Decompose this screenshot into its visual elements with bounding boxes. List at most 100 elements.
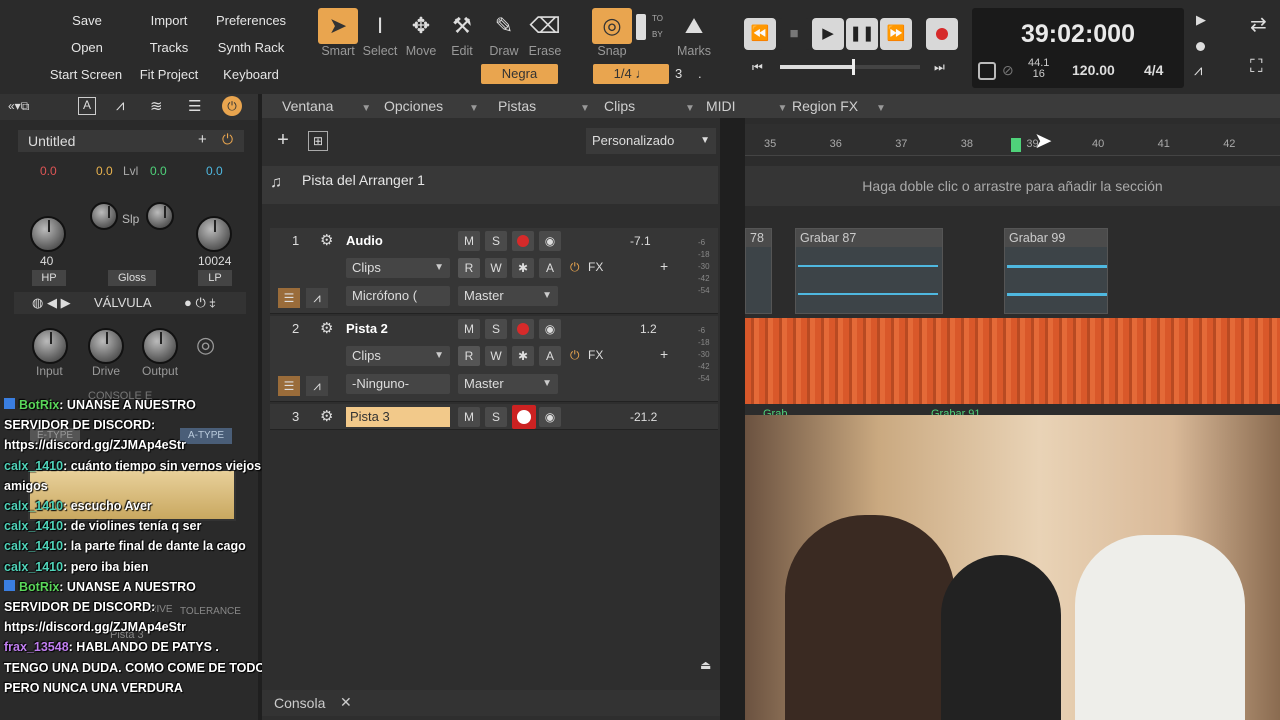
- lp-knob[interactable]: [196, 216, 232, 252]
- lanes-icon[interactable]: ☰: [278, 376, 300, 396]
- input-knob[interactable]: [32, 328, 68, 364]
- fullscreen-icon[interactable]: ⛶: [1250, 56, 1263, 77]
- track-2-waveform[interactable]: [745, 318, 1280, 404]
- track-settings-icon[interactable]: ⚙: [320, 319, 333, 337]
- synth-rack-button[interactable]: Synth Rack: [210, 37, 292, 59]
- record-arm-button[interactable]: [512, 405, 536, 429]
- console-label[interactable]: Consola: [274, 695, 325, 711]
- time-readout[interactable]: 39:02:000: [972, 20, 1184, 49]
- save-button[interactable]: Save: [52, 10, 122, 32]
- stop-button[interactable]: ■: [778, 18, 810, 50]
- preferences-button[interactable]: Preferences: [210, 10, 292, 32]
- write-button[interactable]: W: [485, 346, 507, 366]
- add-fx-icon[interactable]: +: [660, 258, 668, 274]
- monitor-button[interactable]: ◉: [539, 231, 561, 251]
- audio-clip[interactable]: Grabar 87: [795, 228, 943, 314]
- chat-username[interactable]: calx_1410: [4, 519, 63, 533]
- import-button[interactable]: Import: [134, 10, 204, 32]
- add-folder-icon[interactable]: ⊞: [308, 131, 328, 151]
- output-knob[interactable]: [142, 328, 178, 364]
- track-name[interactable]: Audio: [346, 231, 450, 251]
- keyboard-button[interactable]: Keyboard: [210, 64, 292, 86]
- dot-icon[interactable]: [1196, 42, 1205, 51]
- hp-button[interactable]: HP: [32, 270, 66, 286]
- snap-resolution[interactable]: 1/4 ♩: [593, 64, 669, 84]
- fx-label[interactable]: FX: [588, 348, 603, 362]
- menu-opciones[interactable]: Opciones ▼: [384, 94, 479, 118]
- list-icon[interactable]: ☰: [188, 97, 201, 115]
- pause-button[interactable]: ❚❚: [846, 18, 878, 50]
- monitor-button[interactable]: ◉: [539, 319, 561, 339]
- fit-project-button[interactable]: Fit Project: [134, 64, 204, 86]
- track-volume[interactable]: -7.1: [630, 234, 651, 248]
- close-icon[interactable]: ✕: [340, 694, 352, 711]
- clips-mode-select[interactable]: Clips ▼: [346, 258, 450, 278]
- asterisk-button[interactable]: ✱: [512, 258, 534, 278]
- phase-icon[interactable]: ◎: [196, 332, 215, 358]
- mute-button[interactable]: M: [458, 407, 480, 427]
- add-track-icon[interactable]: +: [272, 130, 294, 152]
- track-volume[interactable]: -21.2: [630, 410, 657, 424]
- read-button[interactable]: R: [458, 346, 480, 366]
- playhead-marker[interactable]: [1011, 138, 1021, 152]
- negra-selector[interactable]: Negra: [481, 64, 558, 84]
- select-tool[interactable]: I Select: [360, 8, 400, 64]
- smart-tool[interactable]: ➤ Smart: [318, 8, 358, 64]
- fx-power-icon[interactable]: ⏻: [570, 260, 580, 275]
- fx-controls-icon[interactable]: ● ⏻ ⇟: [184, 295, 215, 311]
- audio-clip[interactable]: Grabar 99: [1004, 228, 1108, 314]
- tempo-value[interactable]: 120.00: [1072, 62, 1115, 78]
- read-button[interactable]: R: [458, 258, 480, 278]
- open-button[interactable]: Open: [52, 37, 122, 59]
- drive-knob[interactable]: [88, 328, 124, 364]
- solo-button[interactable]: S: [485, 319, 507, 339]
- next-icon[interactable]: ▶: [1196, 12, 1206, 28]
- track-name[interactable]: Pista 2: [346, 319, 450, 339]
- chat-username[interactable]: BotRix: [19, 580, 59, 594]
- marks-tool[interactable]: ⛰ Marks: [674, 8, 714, 64]
- a-type-button[interactable]: A-TYPE: [180, 428, 232, 444]
- audio-clip[interactable]: 78: [745, 228, 772, 314]
- position-slider-thumb[interactable]: [852, 59, 855, 75]
- snap-button[interactable]: ◎ Snap: [592, 8, 632, 64]
- edit-tool[interactable]: ⚒ Edit: [442, 8, 482, 64]
- chat-username[interactable]: calx_1410: [4, 459, 63, 473]
- move-tool[interactable]: ✥ Move: [401, 8, 441, 64]
- preset-title[interactable]: Untitled: [28, 133, 75, 149]
- to-by-toggle[interactable]: [636, 14, 646, 40]
- clips-mode-select[interactable]: Clips ▼: [346, 346, 450, 366]
- erase-tool[interactable]: ⌫ Erase: [525, 8, 565, 64]
- draw-tool[interactable]: ✎ Draw: [484, 8, 524, 64]
- lanes-icon[interactable]: ☰: [278, 288, 300, 308]
- add-fx-icon[interactable]: +: [660, 346, 668, 362]
- solo-button[interactable]: S: [485, 231, 507, 251]
- play-button[interactable]: ▶: [812, 18, 844, 50]
- track-1[interactable]: 1 ⚙ Audio M S ◉ -7.1 Clips ▼ R W ✱ A ⏻ FX…: [270, 228, 718, 314]
- loop-icon[interactable]: [978, 62, 996, 80]
- lp-button[interactable]: LP: [198, 270, 232, 286]
- automation-button[interactable]: A: [539, 346, 561, 366]
- tracks-button[interactable]: Tracks: [134, 37, 204, 59]
- go-to-end-icon[interactable]: ⏭: [934, 60, 945, 75]
- chat-username[interactable]: frax_13548: [4, 640, 69, 654]
- power-icon[interactable]: ⏻: [222, 96, 242, 116]
- fast-forward-button[interactable]: ⏩: [880, 18, 912, 50]
- arranger-hint[interactable]: Haga doble clic o arrastre para añadir l…: [745, 166, 1280, 206]
- input-select[interactable]: -Ninguno-: [346, 374, 450, 394]
- rewind-button[interactable]: ⏪: [744, 18, 776, 50]
- position-slider[interactable]: [780, 59, 920, 75]
- globe-icon[interactable]: ◍ ◀ ▶: [32, 295, 71, 311]
- meter-value[interactable]: 4/4: [1144, 62, 1163, 78]
- track-settings-icon[interactable]: ⚙: [320, 407, 333, 425]
- fx-power-icon[interactable]: ⏻: [570, 348, 580, 363]
- track-2[interactable]: 2 ⚙ Pista 2 M S ◉ 1.2 Clips ▼ R W ✱ A ⏻ F…: [270, 316, 718, 402]
- waveform-icon[interactable]: ≋: [150, 97, 163, 115]
- sync-icon[interactable]: ⇄: [1250, 12, 1267, 37]
- track-volume[interactable]: 1.2: [640, 322, 657, 336]
- gloss-button[interactable]: Gloss: [108, 270, 156, 286]
- collapse-icon[interactable]: «▾⧉: [8, 99, 29, 114]
- input-select[interactable]: Micrófono (: [346, 286, 450, 306]
- output-select[interactable]: Master ▼: [458, 286, 558, 306]
- mute-button[interactable]: M: [458, 319, 480, 339]
- fx-name[interactable]: VÁLVULA: [94, 295, 152, 310]
